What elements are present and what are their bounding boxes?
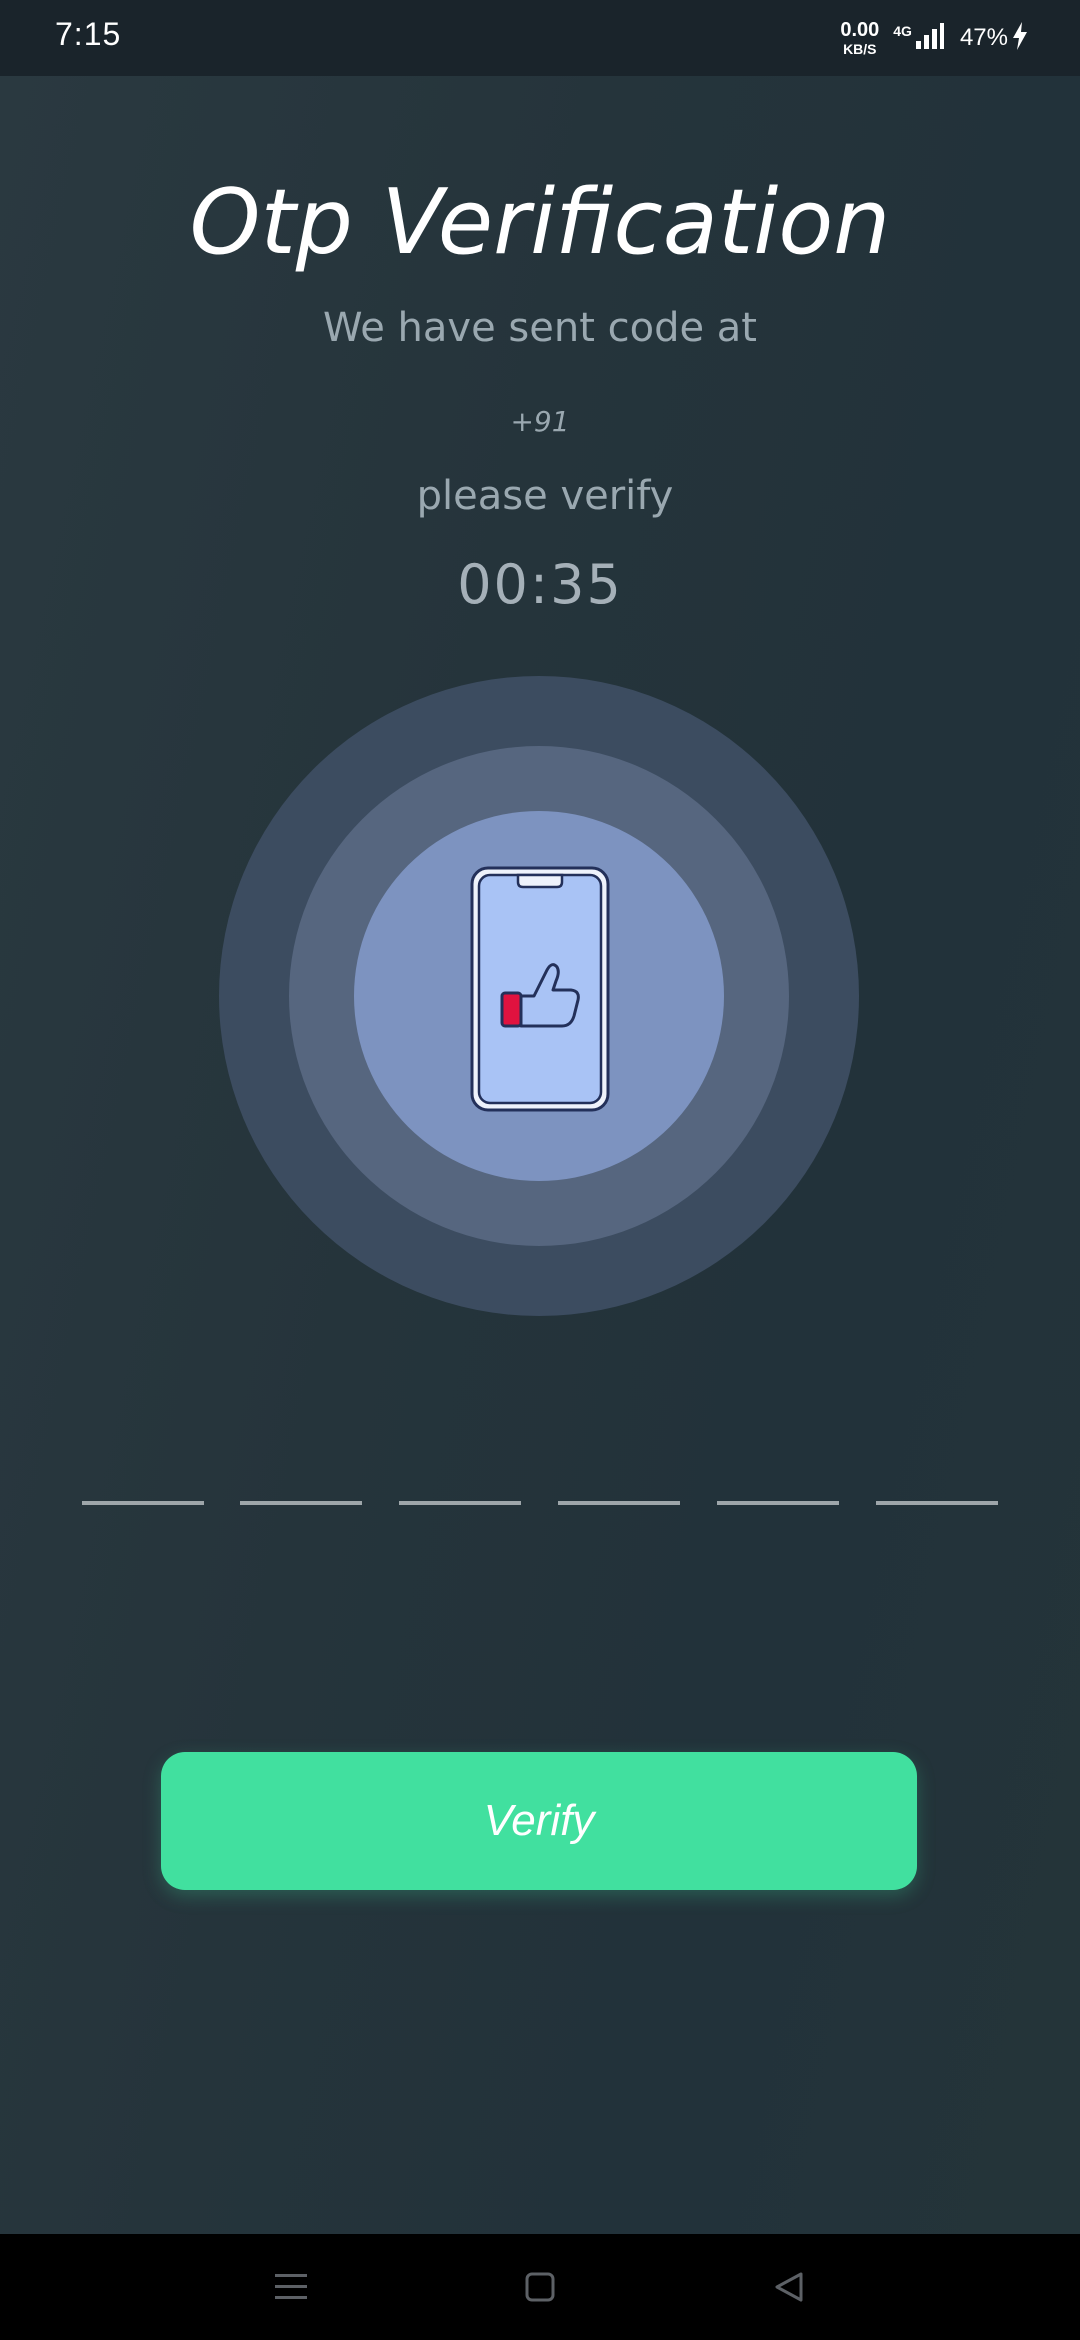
countdown-timer: 00:35 bbox=[457, 553, 623, 616]
phone-number: +91 bbox=[510, 405, 570, 438]
network-speed: 0.00 KB/S bbox=[840, 20, 879, 56]
home-square-icon[interactable] bbox=[515, 2262, 565, 2312]
navigation-bar bbox=[0, 2234, 1080, 2340]
status-time: 7:15 bbox=[55, 16, 122, 52]
otp-digit-3[interactable] bbox=[399, 1501, 521, 1505]
otp-digit-2[interactable] bbox=[240, 1501, 362, 1505]
network-speed-unit: KB/S bbox=[843, 41, 877, 57]
menu-icon[interactable] bbox=[266, 2262, 316, 2312]
network-type: 4G bbox=[893, 23, 912, 39]
please-verify-text: please verify bbox=[416, 473, 674, 519]
signal-icon bbox=[915, 22, 946, 54]
page-title: Otp Verification bbox=[189, 170, 891, 275]
otp-digit-1[interactable] bbox=[82, 1501, 204, 1505]
back-triangle-icon[interactable] bbox=[764, 2262, 814, 2312]
otp-digit-4[interactable] bbox=[558, 1501, 680, 1505]
battery-percentage: 47% bbox=[959, 24, 1008, 51]
sent-code-text: We have sent code at bbox=[323, 305, 757, 351]
verify-button[interactable]: Verify bbox=[161, 1752, 917, 1890]
network-speed-value: 0.00 bbox=[840, 19, 880, 41]
charging-bolt-icon bbox=[1012, 21, 1028, 55]
status-indicators: 0.00 KB/S 4G 47% bbox=[840, 16, 1028, 60]
otp-digit-6[interactable] bbox=[876, 1501, 998, 1505]
otp-digit-5[interactable] bbox=[717, 1501, 839, 1505]
otp-input-row bbox=[82, 1501, 998, 1507]
phone-thumbs-up-icon bbox=[470, 866, 610, 1112]
status-bar: 7:15 0.00 KB/S 4G 47% bbox=[0, 0, 1080, 76]
